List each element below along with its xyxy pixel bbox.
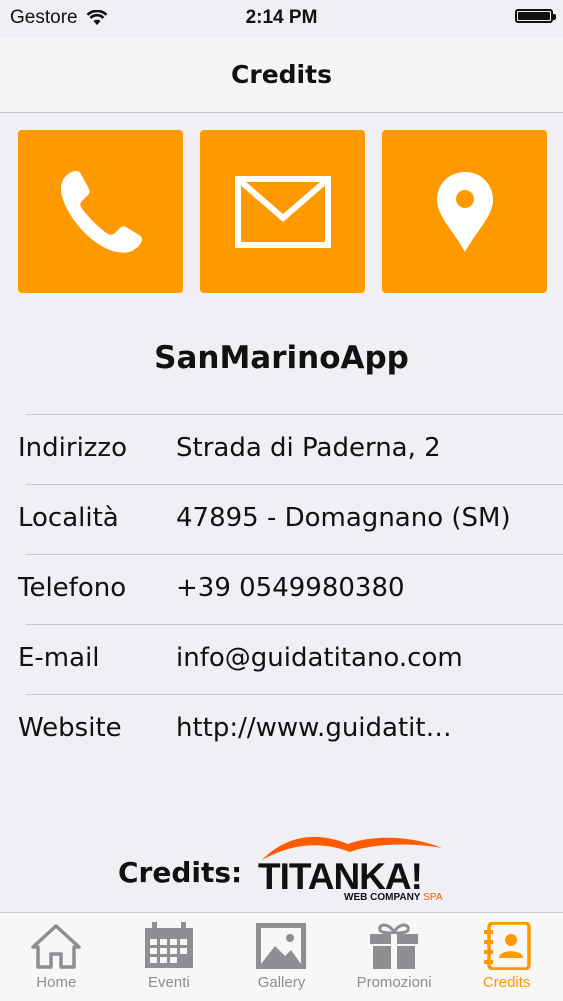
phone-icon	[60, 170, 142, 253]
tab-promozioni[interactable]: Promozioni	[338, 913, 451, 1001]
status-time: 2:14 PM	[245, 7, 318, 28]
calendar-icon	[144, 922, 193, 968]
info-value[interactable]: info@guidatitano.com	[176, 643, 556, 673]
image-icon	[256, 923, 307, 969]
credits-label: Credits:	[118, 856, 243, 889]
tab-label: Eventi	[148, 974, 190, 991]
email-button[interactable]	[200, 130, 365, 293]
tab-credits[interactable]: Credits	[450, 913, 563, 1001]
home-icon	[31, 924, 82, 969]
titanka-logo[interactable]: TITANKA! WEB COMPANY SPA	[258, 830, 448, 910]
info-label: Indirizzo	[18, 433, 127, 463]
info-row-email: E-mail info@guidatitano.com	[18, 624, 563, 694]
map-pin-icon	[436, 171, 493, 252]
info-row-address: Indirizzo Strada di Paderna, 2	[18, 414, 563, 484]
tab-label: Home	[36, 974, 77, 991]
tab-home[interactable]: Home	[0, 913, 113, 1001]
map-button[interactable]	[382, 130, 547, 293]
battery-icon	[515, 9, 556, 23]
tab-gallery[interactable]: Gallery	[225, 913, 338, 1001]
gift-icon	[370, 923, 419, 969]
info-value[interactable]: +39 0549980380	[176, 573, 556, 603]
navigation-bar: Credits	[0, 38, 563, 113]
contact-actions	[18, 130, 547, 293]
tab-label: Promozioni	[356, 974, 432, 991]
logo-subtitle: WEB COMPANY SPA	[344, 892, 443, 903]
tab-bar: Home Eventi Gallery Promozioni Credits	[0, 912, 563, 1001]
status-right	[515, 9, 556, 23]
info-label: Telefono	[18, 573, 127, 603]
tab-label: Gallery	[257, 974, 306, 991]
mail-icon	[234, 175, 331, 248]
page-title: Credits	[231, 59, 332, 89]
info-label: Località	[18, 503, 119, 533]
info-row-locality: Località 47895 - Domagnano (SM)	[18, 484, 563, 554]
credits-section: Credits: TITANKA! WEB COMPANY SPA	[0, 820, 563, 910]
info-label: Website	[18, 713, 122, 743]
info-row-phone: Telefono +39 0549980380	[18, 554, 563, 624]
info-label: E-mail	[18, 643, 100, 673]
info-value[interactable]: Strada di Paderna, 2	[176, 433, 556, 463]
info-value[interactable]: http://www.guidatit…	[176, 713, 556, 743]
tab-label: Credits	[482, 974, 531, 991]
contacts-book-icon	[483, 922, 531, 970]
status-bar: Gestore 2:14 PM	[0, 0, 563, 38]
info-row-website: Website http://www.guidatit…	[18, 694, 563, 764]
call-button[interactable]	[18, 130, 183, 293]
info-value: 47895 - Domagnano (SM)	[176, 503, 511, 533]
organization-name: SanMarinoApp	[154, 340, 409, 376]
tab-eventi[interactable]: Eventi	[113, 913, 226, 1001]
info-list: Indirizzo Strada di Paderna, 2 Località …	[0, 414, 563, 764]
